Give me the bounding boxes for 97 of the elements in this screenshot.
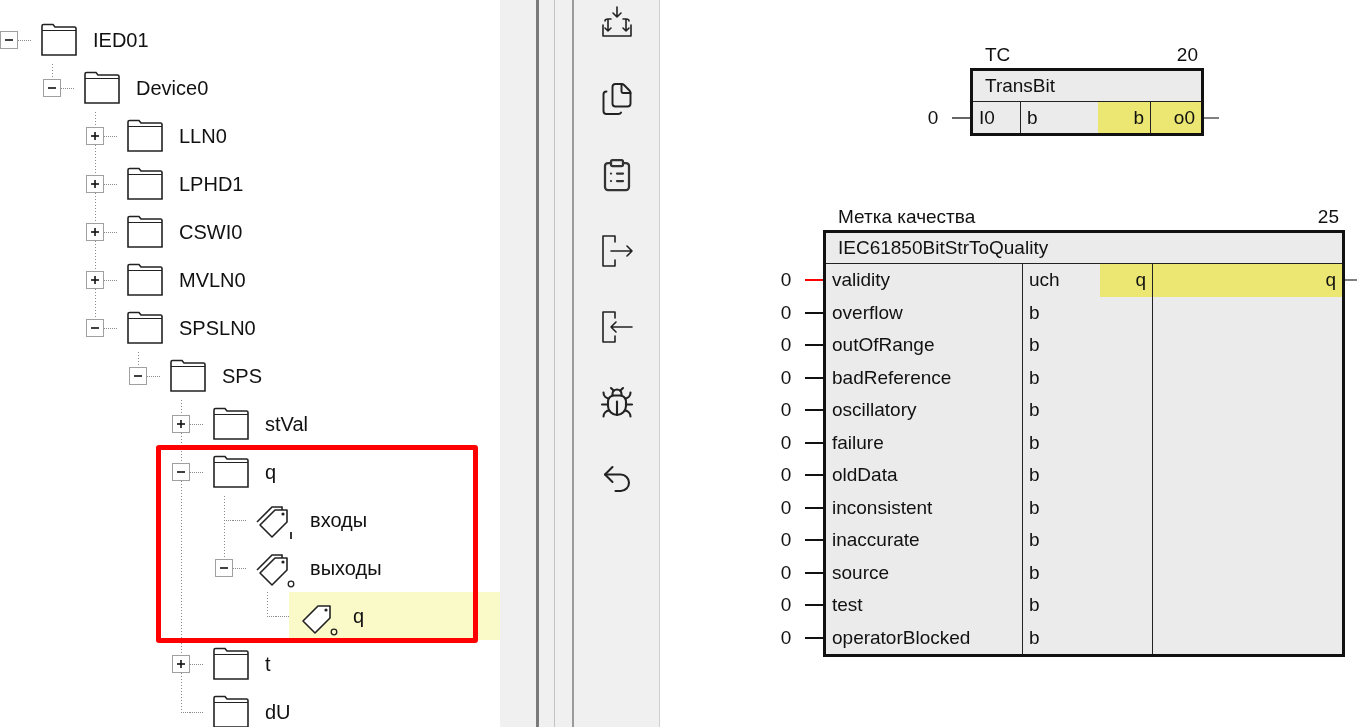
port-name: operatorBlocked (826, 621, 1023, 654)
output-type: q (1100, 264, 1152, 297)
port-name: badReference (826, 361, 1023, 394)
port-type: b (1028, 398, 1040, 423)
output-wire (1204, 116, 1219, 119)
tree-item[interactable]: IED01 (31, 16, 500, 64)
tree-item[interactable]: q (289, 592, 500, 640)
port-type: b (1028, 300, 1040, 325)
input-value: 0 (779, 334, 793, 357)
port-name: overflow (826, 296, 1023, 329)
output-type: b (1098, 102, 1150, 133)
block-caption: TC (985, 44, 1011, 66)
tree-item[interactable]: выходы (246, 544, 500, 592)
folder-icon (83, 71, 121, 105)
output-wire (1345, 279, 1357, 282)
input-value: 0 (779, 399, 793, 422)
tree-expander[interactable] (0, 31, 18, 49)
port-type: b (1028, 365, 1040, 390)
tree-expander[interactable] (86, 175, 104, 193)
tree-expander[interactable] (215, 559, 233, 577)
input-value: 0 (779, 529, 793, 552)
tree-item[interactable]: dU (203, 688, 500, 727)
input-value: 0 (779, 561, 793, 584)
folder-icon (169, 359, 207, 393)
folder-icon (126, 215, 164, 249)
port-type: b (1028, 463, 1040, 488)
tree-item[interactable]: LLN0 (117, 112, 500, 160)
input-value: 0 (779, 366, 793, 389)
tree-expander[interactable] (86, 271, 104, 289)
tree-item[interactable]: Device0 (74, 64, 500, 112)
port-name: failure (826, 426, 1023, 459)
port-type: b (1028, 430, 1040, 455)
folder-icon (40, 23, 78, 57)
plus-icon (176, 659, 186, 669)
port-name: inconsistent (826, 491, 1023, 524)
input-value: 0 (779, 496, 793, 519)
port-type: b (1028, 593, 1040, 618)
port-name: I0 (973, 102, 1021, 133)
tree-item[interactable]: SPS (160, 352, 500, 400)
port-type: b (1028, 333, 1040, 358)
folder-icon (126, 311, 164, 345)
port-name: oldData (826, 459, 1023, 492)
port-type: b (1028, 560, 1040, 585)
tree-expander[interactable] (86, 127, 104, 145)
port-type: uch (1028, 268, 1060, 293)
input-value: 0 (779, 464, 793, 487)
folder-icon (212, 647, 250, 681)
input-value: 0 (779, 269, 793, 292)
splitter-bar[interactable] (500, 0, 575, 727)
block-number: 20 (1176, 44, 1198, 66)
tree-item[interactable]: t (203, 640, 500, 688)
folder-icon (126, 119, 164, 153)
tree-expander[interactable] (86, 223, 104, 241)
tree-item[interactable]: stVal (203, 400, 500, 448)
port-name: outOfRange (826, 329, 1023, 362)
tree-item[interactable]: CSWI0 (117, 208, 500, 256)
block-number: 25 (1317, 206, 1339, 228)
tree-expander[interactable] (172, 415, 190, 433)
folder-icon (126, 263, 164, 297)
port-name: oscillatory (826, 394, 1023, 427)
port-type: b (1028, 528, 1040, 553)
port-type: b (1028, 625, 1040, 650)
input-value: 0 (779, 431, 793, 454)
tree-item[interactable]: входы (246, 496, 500, 544)
arrow-out-icon[interactable] (599, 233, 635, 269)
tree-item[interactable]: MVLN0 (117, 256, 500, 304)
input-value: 0 (779, 594, 793, 617)
input-value: 0 (779, 626, 793, 649)
plus-icon (90, 131, 100, 141)
port-name: test (826, 589, 1023, 622)
arrow-in-icon[interactable] (599, 309, 635, 345)
output-name: q (1153, 264, 1342, 297)
folder-icon (126, 167, 164, 201)
plus-icon (90, 227, 100, 237)
plus-icon (90, 275, 100, 285)
output-name: o0 (1151, 102, 1201, 133)
tree-expander[interactable] (86, 319, 104, 337)
plus-icon (176, 419, 186, 429)
port-name: source (826, 556, 1023, 589)
plus-icon (90, 179, 100, 189)
port-type: b (1028, 495, 1040, 520)
tree-expander[interactable] (172, 463, 190, 481)
tree-expander[interactable] (129, 367, 147, 385)
folder-icon (212, 407, 250, 441)
folder-icon (212, 455, 250, 489)
port-name: inaccurate (826, 524, 1023, 557)
bug-icon[interactable] (599, 385, 635, 421)
tree-item[interactable]: SPSLN0 (117, 304, 500, 352)
tree-expander[interactable] (43, 79, 61, 97)
port-type: b (1026, 105, 1038, 130)
tree-item[interactable]: LPHD1 (117, 160, 500, 208)
input-value: 0 (926, 106, 940, 129)
tree-expander[interactable] (172, 655, 190, 673)
input-value: 0 (779, 301, 793, 324)
port-name: validity (826, 264, 1023, 297)
tree-item[interactable]: q (203, 448, 500, 496)
block-caption: Метка качества (838, 206, 976, 228)
